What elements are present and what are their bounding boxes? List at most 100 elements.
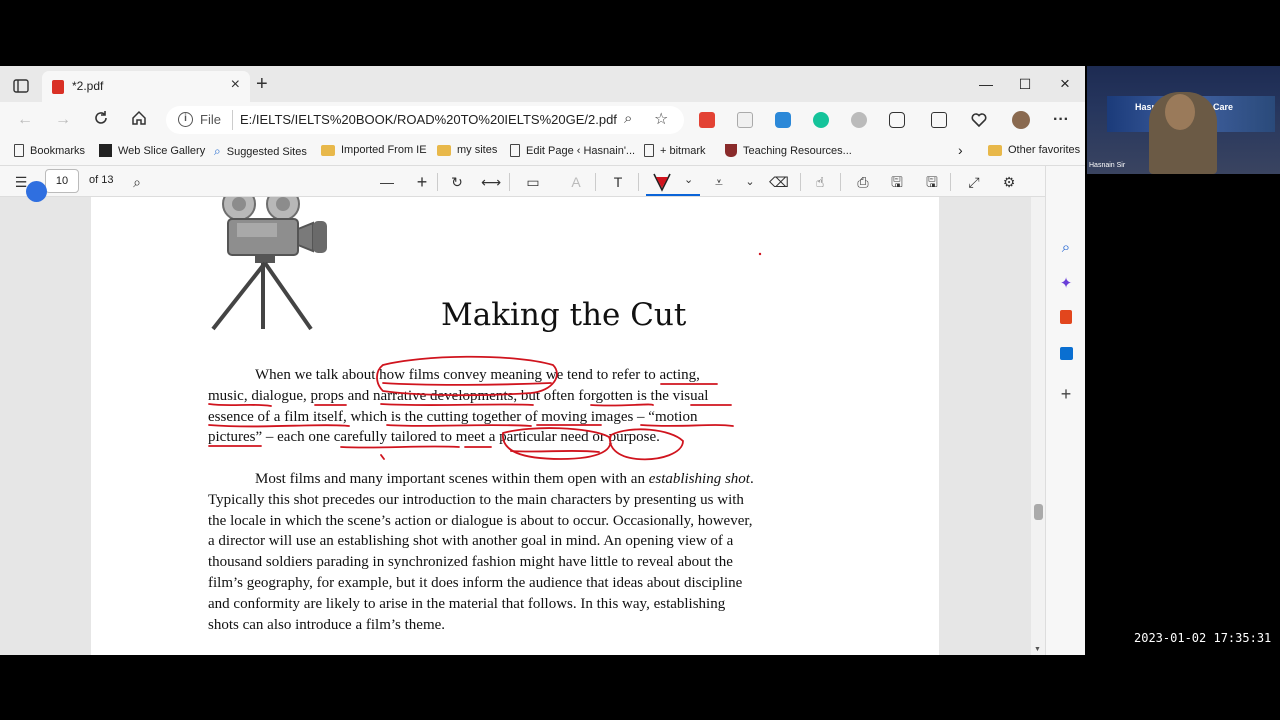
toolbar-separator — [509, 173, 510, 191]
save-icon[interactable]: 🖫 — [887, 172, 907, 192]
profile-avatar[interactable] — [1012, 111, 1030, 129]
fav-bookmarks[interactable]: Bookmarks — [14, 144, 85, 157]
draw-button[interactable]: ⌄ — [644, 168, 702, 196]
para1-line: music, dialogue, props and narrative dev… — [208, 387, 709, 404]
minimize-button[interactable]: — — [966, 72, 1006, 96]
zoom-icon[interactable]: ⌕ — [624, 110, 632, 127]
find-icon[interactable]: ⌕ — [127, 172, 147, 192]
para2-text-rest: . Typically this shot precedes our intro… — [208, 471, 754, 633]
refresh-button[interactable] — [89, 110, 113, 130]
tab-active[interactable]: *2.pdf × — [42, 71, 250, 102]
paragraph-1: When we talk about how films convey mean… — [208, 365, 768, 448]
folder-icon — [321, 144, 335, 156]
print-icon[interactable]: ⎙ — [853, 172, 873, 192]
scroll-down-arrow-icon[interactable]: ▼ — [1034, 646, 1041, 653]
fav-other-favorites[interactable]: Other favorites — [988, 144, 1080, 156]
navigation-bar: ← → i File E:/IELTS/IELTS%20BOOK/ROAD%20… — [0, 102, 1085, 138]
fav-label: Bookmarks — [30, 144, 86, 157]
page-icon — [644, 144, 654, 157]
scrollbar-thumb[interactable] — [1034, 504, 1043, 520]
fav-label: Teaching Resources... — [743, 144, 852, 157]
close-window-button[interactable]: × — [1045, 72, 1085, 96]
edge-sidebar: ⌕ ✦ + ⇥ ⚙ — [1045, 166, 1085, 655]
close-tab-icon[interactable]: × — [231, 76, 240, 94]
tab-title: *2.pdf — [72, 79, 104, 93]
url-scheme: File — [200, 112, 221, 127]
info-icon[interactable]: i — [178, 112, 193, 127]
fav-imported-from-ie[interactable]: Imported From IE — [321, 144, 427, 156]
screencast-extension-icon[interactable] — [775, 112, 791, 128]
extension-gray-icon[interactable] — [851, 112, 867, 128]
address-separator — [232, 110, 233, 130]
add-sidebar-app-icon[interactable]: + — [1056, 384, 1076, 404]
zoom-in-icon[interactable]: + — [412, 172, 432, 192]
touch-hand-icon[interactable]: ☝ — [810, 172, 830, 192]
fav-label: my sites — [457, 144, 498, 156]
add-text-icon[interactable]: T — [608, 172, 628, 192]
fav-bitmark[interactable]: + bitmark — [644, 144, 706, 157]
banner-text-right: Care — [1213, 102, 1234, 112]
chevron-down-icon[interactable]: ⌄ — [684, 173, 693, 186]
fav-web-slice-gallery[interactable]: Web Slice Gallery — [99, 144, 205, 157]
page-view-icon[interactable]: ▭ — [523, 172, 543, 192]
maximize-button[interactable]: ☐ — [1005, 72, 1045, 96]
paragraph-2: Most films and many important scenes wit… — [208, 469, 756, 635]
fullscreen-icon[interactable]: ⤢ — [964, 172, 984, 192]
fav-suggested-sites[interactable]: ⌕ Suggested Sites — [214, 144, 307, 159]
home-icon — [132, 110, 146, 125]
fav-teaching-resources[interactable]: Teaching Resources... — [725, 144, 852, 157]
pdf-viewport[interactable]: Making the Cut When we talk about how fi… — [0, 197, 1045, 655]
crest-icon — [725, 144, 737, 157]
favorites-overflow-chevron-icon[interactable]: › — [958, 142, 963, 158]
zoom-out-icon[interactable]: — — [377, 172, 397, 192]
vertical-scrollbar[interactable]: ▼ — [1031, 197, 1045, 655]
fit-to-width-icon[interactable]: ⟷ — [481, 172, 501, 192]
webcam-overlay: Hasn Care Hasnain Sir — [1087, 66, 1280, 174]
toolbar-separator — [437, 173, 438, 191]
fav-label: Other favorites — [1008, 144, 1081, 156]
para2-italic-term: establishing shot — [648, 471, 750, 487]
address-bar[interactable]: i File E:/IELTS/IELTS%20BOOK/ROAD%20TO%2… — [166, 106, 684, 134]
grammarly-icon[interactable] — [813, 112, 829, 128]
document-title: Making the Cut — [441, 297, 687, 333]
recording-timestamp: 2023-01-02 17:35:31 — [1134, 631, 1272, 645]
settings-gear-icon[interactable]: ⚙ — [999, 172, 1019, 192]
forward-button[interactable]: → — [51, 110, 75, 130]
search-icon[interactable]: ⌕ — [1056, 238, 1076, 258]
para2-text: Most films and many important scenes wit… — [255, 471, 649, 487]
back-button[interactable]: ← — [13, 110, 37, 130]
outlook-icon[interactable] — [1056, 346, 1076, 366]
tab-actions-icon — [13, 79, 29, 93]
fav-label: Suggested Sites — [226, 145, 307, 158]
new-tab-button[interactable]: + — [256, 74, 268, 94]
page-number-input[interactable]: 10 — [45, 169, 79, 193]
todoist-extension-icon[interactable] — [699, 112, 715, 128]
office-icon[interactable] — [1056, 310, 1076, 330]
search-icon: ⌕ — [214, 144, 221, 158]
discover-sparkle-icon[interactable]: ✦ — [1056, 274, 1076, 294]
fav-edit-page[interactable]: Edit Page ‹ Hasnain'... — [510, 144, 635, 157]
rotate-icon[interactable]: ↻ — [447, 172, 467, 192]
hide-sidebar-icon[interactable]: ⇥ — [1056, 654, 1076, 655]
extensions-puzzle-icon[interactable] — [889, 112, 905, 128]
draw-pen-icon — [653, 173, 671, 192]
chevron-down-icon[interactable]: ⌄ — [740, 172, 760, 192]
read-aloud-icon[interactable]: A — [566, 172, 586, 192]
highlight-icon[interactable]: ⩡ — [709, 172, 729, 192]
collections-icon[interactable] — [931, 112, 947, 128]
favorite-star-icon[interactable]: ☆ — [654, 109, 668, 129]
presenter-head — [1165, 94, 1195, 130]
toolbar-separator — [950, 173, 951, 191]
tab-actions-button[interactable] — [8, 74, 34, 98]
more-menu-icon[interactable]: ··· — [1049, 110, 1073, 130]
pdf-toolbar: ☰ 10 of 13 ⌕ — + ↻ ⟷ ▭ A T ⌄ ⩡ ⌄ ⌫ ☝ ⎙ 🖫… — [0, 166, 1045, 197]
save-as-icon[interactable]: 🖫 — [922, 172, 942, 192]
health-icon[interactable] — [971, 112, 987, 128]
folder-icon — [437, 144, 451, 156]
home-button[interactable] — [127, 110, 151, 130]
eraser-icon[interactable]: ⌫ — [769, 172, 789, 192]
url-text[interactable]: E:/IELTS/IELTS%20BOOK/ROAD%20TO%20IELTS%… — [240, 112, 617, 127]
presenter-name: Hasnain Sir — [1089, 162, 1126, 169]
extension-icon[interactable] — [737, 112, 753, 128]
fav-my-sites[interactable]: my sites — [437, 144, 497, 156]
